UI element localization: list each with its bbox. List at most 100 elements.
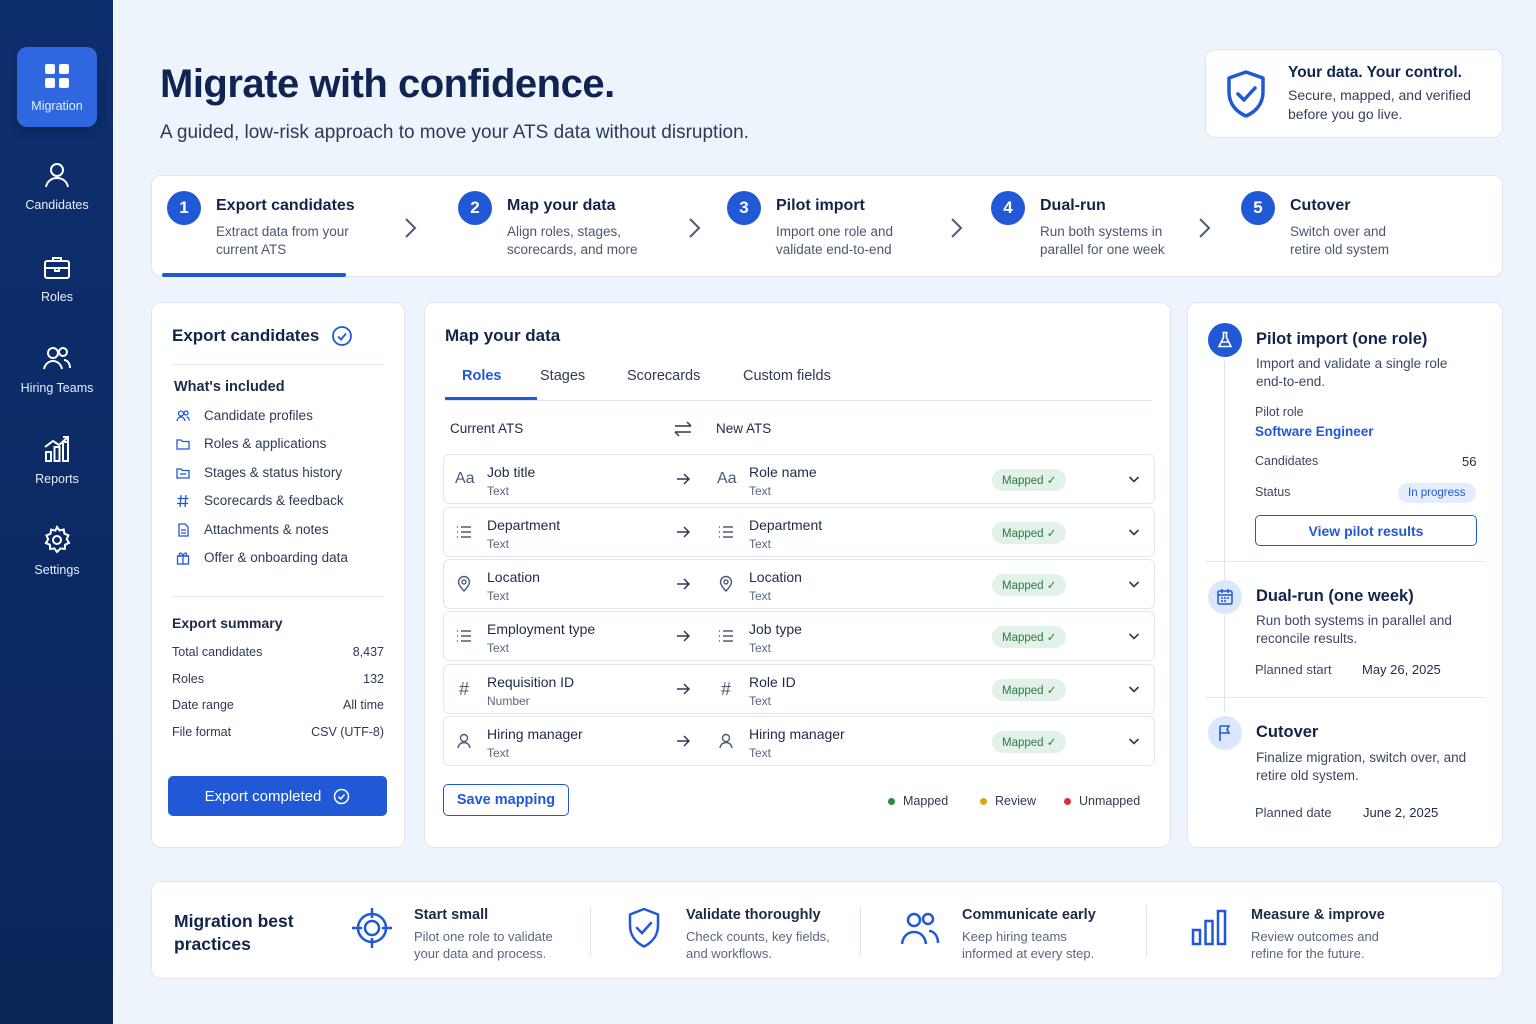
included-item: Scorecards & feedback — [176, 493, 344, 508]
source-field-type: Text — [487, 589, 510, 603]
user-icon — [717, 732, 735, 750]
tab-roles[interactable]: Roles — [462, 368, 502, 384]
source-field-name: Requisition ID — [487, 674, 575, 690]
practice-title: Validate thoroughly — [686, 907, 821, 923]
legend-dot — [1064, 797, 1071, 805]
text-type-icon: Aa — [455, 470, 475, 487]
pilot-role-link[interactable]: Software Engineer — [1255, 424, 1374, 439]
user-icon — [455, 732, 473, 750]
card-title: Export candidates — [172, 326, 320, 345]
flag-icon — [1219, 725, 1231, 741]
chart-icon — [44, 436, 69, 462]
mapping-row[interactable]: Hiring manager Text Hiring manager Text Mapp… — [443, 716, 1155, 766]
summary-value: All time — [343, 698, 384, 712]
step-title: Cutover — [1290, 197, 1351, 214]
chevron-down-icon[interactable] — [1128, 632, 1140, 641]
target-field-name: Hiring manager — [749, 726, 845, 742]
practice-description: Keep hiring teams informed at every step… — [962, 929, 1095, 961]
practice-title: Measure & improve — [1251, 907, 1385, 923]
mapping-row[interactable]: Location Text Location Text Mapped ✓ — [443, 559, 1155, 609]
step-description: Import one role and validate end-to-end — [776, 224, 894, 257]
step-map[interactable]: 2 Map your data Align roles, stages, scor… — [458, 191, 657, 259]
source-field-type: Text — [487, 484, 510, 498]
trust-card: Your data. Your control. Secure, mapped,… — [1205, 49, 1503, 138]
chevron-down-icon[interactable] — [1128, 580, 1140, 589]
mapping-row[interactable]: Department Text Department Text Mapped ✓ — [443, 507, 1155, 557]
location-pin-icon — [717, 575, 735, 593]
chevron-down-icon[interactable] — [1128, 685, 1140, 694]
save-mapping-button[interactable]: Save mapping — [443, 784, 569, 816]
target-icon — [352, 908, 392, 948]
source-field-type: Text — [487, 641, 510, 655]
included-item-label: Attachments & notes — [204, 522, 329, 537]
step-pilot[interactable]: 3 Pilot import Import one role and valida… — [727, 191, 916, 259]
practice-start-small: Start small Pilot one role to validate yo… — [350, 906, 564, 962]
legend-label: Review — [995, 794, 1036, 808]
divider — [172, 364, 384, 365]
check-circle-icon — [334, 788, 350, 804]
legend-unmapped: Unmapped — [1064, 794, 1140, 808]
folder-icon — [176, 438, 190, 450]
mapping-row[interactable]: # Requisition ID Number # Role ID Text Mapped … — [443, 664, 1155, 714]
target-field-type: Text — [749, 746, 772, 760]
list-icon — [455, 523, 473, 541]
included-item: Attachments & notes — [176, 522, 329, 537]
sidebar-item-settings[interactable]: Settings — [17, 511, 97, 591]
summary-label: Total candidates — [172, 645, 263, 659]
gear-icon — [44, 525, 71, 554]
practice-measure-improve: Measure & improve Review outcomes and ref… — [1187, 906, 1391, 962]
summary-row: Total candidates 8,437 — [172, 645, 384, 659]
arrow-right-icon — [677, 735, 690, 747]
location-pin-icon — [455, 575, 473, 593]
view-pilot-results-button[interactable]: View pilot results — [1255, 515, 1477, 546]
pilot-title: Pilot import (one role) — [1256, 330, 1428, 348]
step-description: Extract data from your current ATS — [216, 224, 349, 257]
legend-dot — [888, 797, 895, 805]
step-number: 1 — [167, 191, 201, 225]
chevron-down-icon[interactable] — [1128, 475, 1140, 484]
source-field-type: Number — [487, 694, 530, 708]
swap-icon[interactable] — [673, 421, 693, 437]
hash-icon — [177, 494, 189, 507]
mapping-tabs: Roles Stages Scorecards Custom fields — [445, 365, 1152, 401]
mapped-status-badge: Mapped ✓ — [992, 522, 1067, 544]
step-title: Dual-run — [1040, 197, 1106, 214]
list-icon — [717, 627, 735, 645]
divider — [172, 596, 384, 597]
step-dual-run[interactable]: 4 Dual-run Run both systems in parallel f… — [991, 191, 1180, 259]
active-tab-indicator — [445, 397, 537, 400]
sidebar-item-candidates[interactable]: Candidates — [17, 146, 97, 226]
sidebar-item-roles[interactable]: Roles — [17, 238, 97, 318]
sidebar-item-hiring-teams[interactable]: Hiring Teams — [17, 329, 97, 409]
text-type-icon: Aa — [717, 470, 737, 487]
mapped-status-badge: Mapped ✓ — [992, 626, 1067, 648]
chevron-down-icon[interactable] — [1128, 528, 1140, 537]
mapping-row[interactable]: Employment type Text Job type Text Mapped ✓ — [443, 611, 1155, 661]
shield-check-icon — [628, 907, 660, 948]
tab-stages[interactable]: Stages — [540, 368, 585, 384]
divider — [1205, 561, 1486, 562]
step-export[interactable]: 1 Export candidates Extract data from you… — [167, 191, 366, 259]
chevron-down-icon[interactable] — [1128, 737, 1140, 746]
sidebar-item-label: Hiring Teams — [20, 381, 94, 395]
step-title: Pilot import — [776, 197, 865, 214]
current-ats-header: Current ATS — [450, 421, 524, 436]
list-icon — [717, 523, 735, 541]
step-cutover[interactable]: 5 Cutover Switch over and retire old syst… — [1241, 191, 1410, 259]
included-item-label: Offer & onboarding data — [204, 550, 348, 565]
export-summary-heading: Export summary — [172, 615, 283, 631]
tab-custom-fields[interactable]: Custom fields — [743, 368, 831, 384]
included-item-label: Roles & applications — [204, 436, 327, 451]
mapping-row[interactable]: Aa Job title Text Aa Role name Text Mapped ✓ — [443, 454, 1155, 504]
practice-title: Communicate early — [962, 907, 1096, 923]
tab-scorecards[interactable]: Scorecards — [627, 368, 700, 384]
sidebar-item-migration[interactable]: Migration — [17, 47, 97, 127]
dual-run-description: Run both systems in parallel and reconci… — [1256, 613, 1452, 646]
timeline-line — [1224, 361, 1225, 581]
separator — [860, 906, 861, 956]
summary-row: File format CSV (UTF-8) — [172, 725, 384, 739]
sidebar-item-reports[interactable]: Reports — [17, 420, 97, 500]
export-completed-button[interactable]: Export completed — [168, 776, 387, 816]
source-field-type: Text — [487, 746, 510, 760]
target-field-type: Text — [749, 537, 772, 551]
